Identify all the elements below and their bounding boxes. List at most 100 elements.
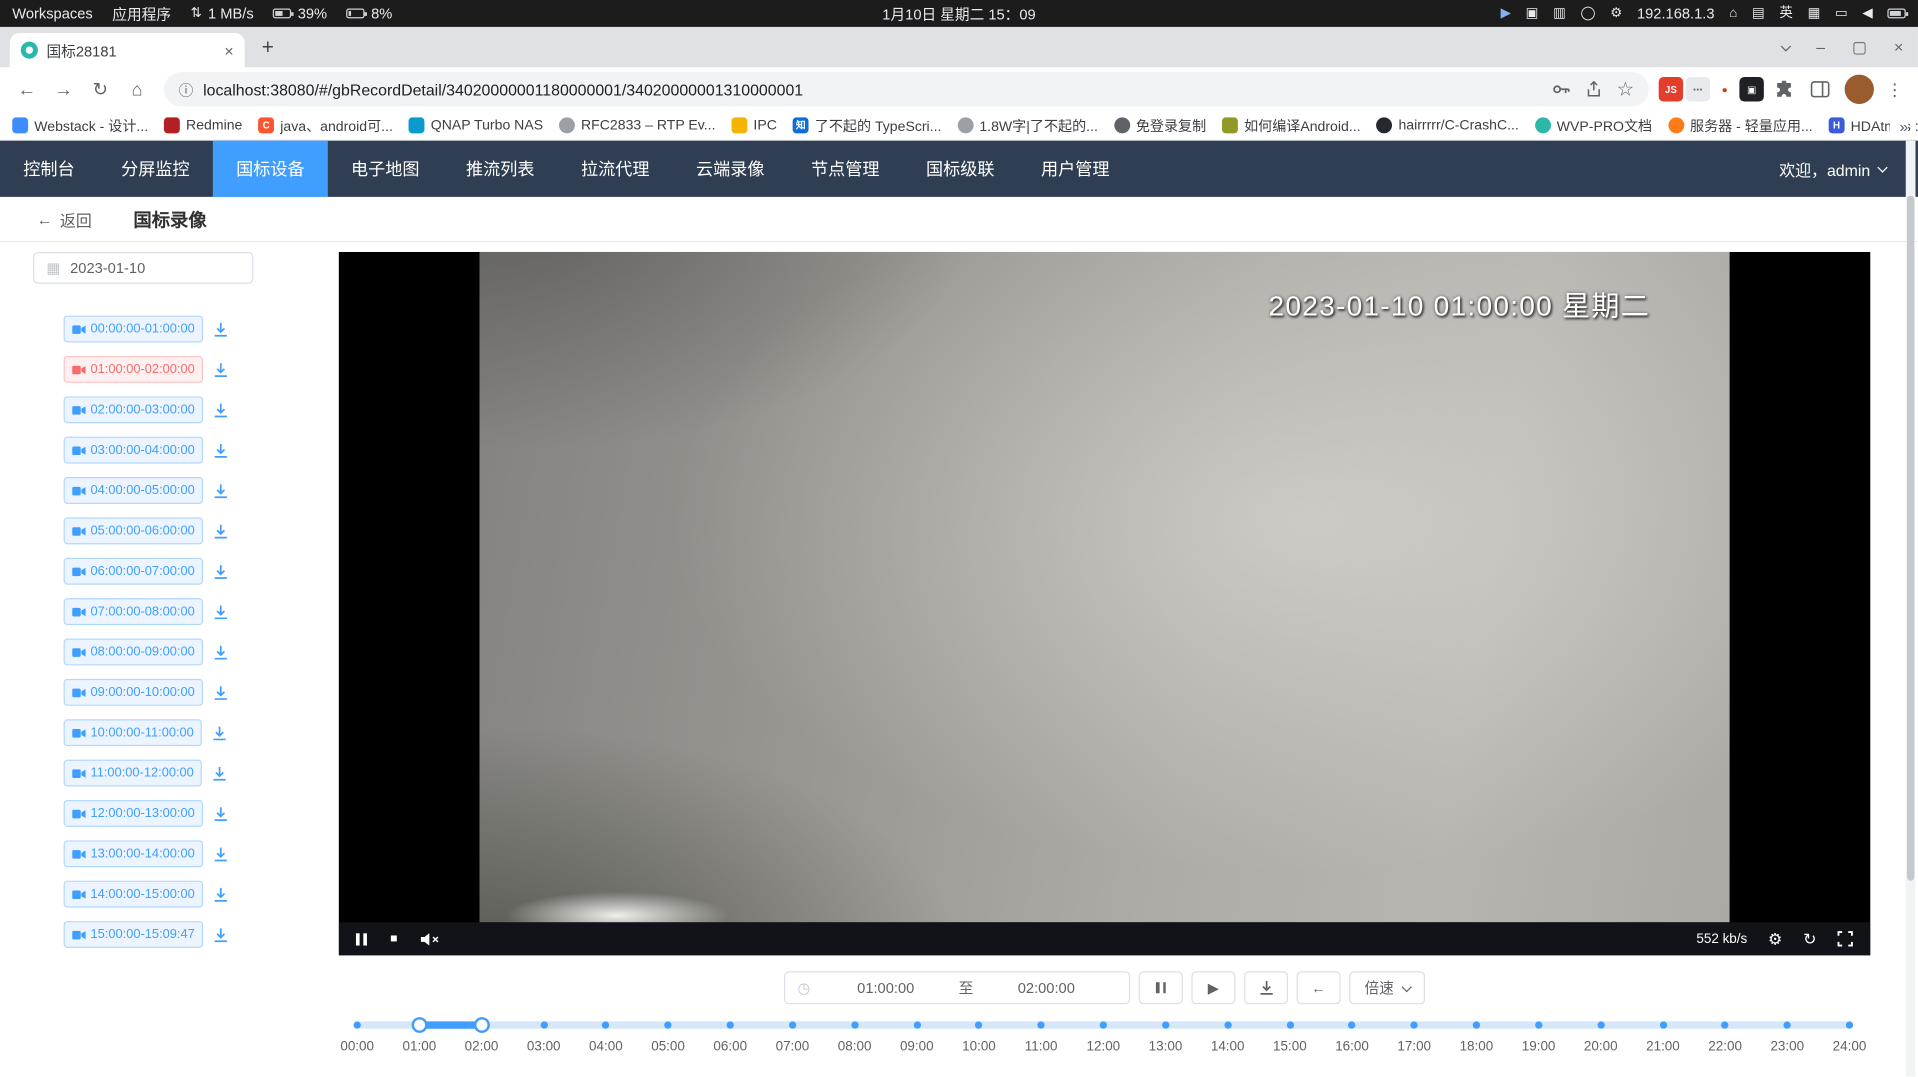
- download-segment-button[interactable]: [213, 483, 229, 499]
- record-segment-button[interactable]: 04:00:00-05:00:00: [64, 477, 204, 504]
- pause-button[interactable]: [1139, 971, 1183, 1004]
- input-method-indicator[interactable]: 英: [1779, 7, 1792, 20]
- download-segment-button[interactable]: [213, 927, 229, 943]
- timeline-handle-end[interactable]: [474, 1017, 490, 1033]
- user-menu[interactable]: 欢迎，admin: [1779, 141, 1918, 197]
- record-segment-button[interactable]: 06:00:00-07:00:00: [64, 558, 204, 585]
- bookmark-item[interactable]: 如何编译Android...: [1222, 116, 1361, 136]
- extensions-puzzle-icon[interactable]: [1766, 72, 1800, 106]
- download-segment-button[interactable]: [212, 765, 228, 781]
- nav-item[interactable]: 用户管理: [1018, 141, 1133, 197]
- player-pause-icon[interactable]: [356, 933, 367, 945]
- display-icon[interactable]: ▭: [1835, 7, 1848, 20]
- start-time-value[interactable]: 01:00:00: [815, 979, 956, 996]
- battery-indicator[interactable]: 39%: [273, 5, 327, 22]
- share-icon[interactable]: [1585, 81, 1602, 98]
- end-time-value[interactable]: 02:00:00: [976, 979, 1117, 996]
- fullscreen-icon[interactable]: [1837, 931, 1853, 947]
- site-info-icon[interactable]: ⓘ: [179, 79, 194, 100]
- download-segment-button[interactable]: [213, 361, 229, 377]
- scrollbar-thumb[interactable]: [1907, 196, 1914, 881]
- system-battery-icon[interactable]: [1887, 9, 1905, 19]
- nav-item[interactable]: 节点管理: [788, 141, 903, 197]
- download-segment-button[interactable]: [213, 805, 229, 821]
- bookmark-item[interactable]: Webstack - 设计...: [12, 116, 148, 136]
- record-segment-button[interactable]: 03:00:00-04:00:00: [64, 437, 204, 464]
- password-key-icon[interactable]: [1551, 80, 1571, 100]
- nav-item[interactable]: 电子地图: [328, 141, 443, 197]
- profile-avatar[interactable]: [1845, 75, 1874, 104]
- window-maximize-button[interactable]: ▢: [1852, 37, 1867, 57]
- video-player[interactable]: 2023-01-10 01:00:00 星期二 ■ 552 kb/s ⚙ ↻: [339, 252, 1870, 955]
- network-indicator[interactable]: ⇅ 1 MB/s: [191, 5, 254, 22]
- time-range-input[interactable]: ◷ 01:00:00 至 02:00:00: [784, 971, 1130, 1004]
- nav-item[interactable]: 拉流代理: [558, 141, 673, 197]
- forward-icon[interactable]: →: [46, 72, 80, 106]
- screencast-icon[interactable]: ▶: [1501, 7, 1511, 20]
- bookmark-item[interactable]: WVP-PRO文档: [1535, 116, 1652, 136]
- bookmark-item[interactable]: 服务器 - 轻量应用...: [1668, 116, 1813, 136]
- bookmark-item[interactable]: Redmine: [164, 117, 242, 133]
- nav-item[interactable]: 云端录像: [673, 141, 788, 197]
- timeline-handle-start[interactable]: [411, 1017, 427, 1033]
- download-segment-button[interactable]: [213, 442, 229, 458]
- tab-close-icon[interactable]: ×: [224, 41, 233, 59]
- home-icon[interactable]: ⌂: [1729, 7, 1737, 20]
- download-segment-button[interactable]: [213, 402, 229, 418]
- download-button[interactable]: [1244, 971, 1288, 1004]
- record-segment-button[interactable]: 10:00:00-11:00:00: [64, 719, 203, 746]
- record-segment-button[interactable]: 14:00:00-15:00:00: [64, 881, 204, 908]
- record-segment-button[interactable]: 01:00:00-02:00:00: [64, 356, 204, 383]
- new-tab-button[interactable]: +: [252, 32, 284, 64]
- volume-muted-icon[interactable]: [421, 931, 439, 946]
- play-button[interactable]: ▶: [1191, 971, 1235, 1004]
- nav-item[interactable]: 控制台: [0, 141, 98, 197]
- record-segment-button[interactable]: 12:00:00-13:00:00: [64, 800, 204, 827]
- record-segment-button[interactable]: 08:00:00-09:00:00: [64, 639, 204, 666]
- record-segment-button[interactable]: 09:00:00-10:00:00: [64, 679, 204, 706]
- back-icon[interactable]: ←: [10, 72, 44, 106]
- volume-muted-icon[interactable]: ◀: [1862, 7, 1872, 20]
- bookmark-item[interactable]: IPC: [731, 117, 776, 133]
- record-segment-button[interactable]: 11:00:00-12:00:00: [64, 760, 203, 787]
- secondary-battery-indicator[interactable]: 8%: [347, 5, 393, 22]
- player-settings-icon[interactable]: ⚙: [1768, 929, 1782, 949]
- page-scrollbar[interactable]: [1906, 141, 1916, 1077]
- download-segment-button[interactable]: [212, 725, 228, 741]
- tab-search-chevron-icon[interactable]: [1781, 41, 1791, 51]
- record-segment-button[interactable]: 15:00:00-15:09:47: [64, 921, 204, 948]
- timeline-runway[interactable]: [357, 1021, 1849, 1028]
- nav-item[interactable]: 国标级联: [903, 141, 1018, 197]
- nav-item[interactable]: 国标设备: [213, 141, 328, 197]
- record-segment-button[interactable]: 00:00:00-01:00:00: [64, 316, 204, 343]
- record-segment-button[interactable]: 07:00:00-08:00:00: [64, 598, 204, 625]
- bookmark-item[interactable]: 知 了不起的 TypeScri...: [793, 116, 942, 136]
- workspaces-button[interactable]: Workspaces: [12, 5, 93, 22]
- download-segment-button[interactable]: [213, 684, 229, 700]
- nav-item[interactable]: 推流列表: [443, 141, 558, 197]
- record-segment-button[interactable]: 02:00:00-03:00:00: [64, 396, 204, 423]
- browser-tab[interactable]: 国标28181 ×: [10, 33, 245, 67]
- rewind-button[interactable]: ←: [1297, 971, 1341, 1004]
- reload-icon[interactable]: ↻: [83, 72, 117, 106]
- bookmark-item[interactable]: C java、android可...: [258, 116, 393, 136]
- bookmark-item[interactable]: 1.8W字|了不起的...: [957, 116, 1098, 136]
- record-segment-button[interactable]: 13:00:00-14:00:00: [64, 840, 204, 867]
- extension-icon[interactable]: ▣: [1739, 77, 1763, 101]
- copy-icon[interactable]: ▥: [1553, 7, 1566, 20]
- download-segment-button[interactable]: [213, 523, 229, 539]
- tools-icon[interactable]: ⚙: [1610, 7, 1622, 20]
- record-segment-button[interactable]: 05:00:00-06:00:00: [64, 517, 204, 544]
- home-icon[interactable]: ⌂: [120, 72, 154, 106]
- terminal-icon[interactable]: ▣: [1526, 7, 1539, 20]
- back-button[interactable]: ← 返回: [37, 207, 92, 230]
- bookmark-item[interactable]: QNAP Turbo NAS: [409, 117, 543, 133]
- bookmark-star-icon[interactable]: ☆: [1617, 77, 1635, 101]
- screenshare-icon[interactable]: ▤: [1752, 7, 1765, 20]
- keyboard-icon[interactable]: ▦: [1808, 7, 1821, 20]
- circle-indicator-icon[interactable]: ◯: [1580, 7, 1595, 20]
- url-bar[interactable]: ⓘ localhost:38080/#/gbRecordDetail/34020…: [164, 72, 1649, 106]
- player-stop-icon[interactable]: ■: [390, 932, 397, 945]
- speed-select[interactable]: 倍速: [1349, 971, 1425, 1004]
- download-segment-button[interactable]: [213, 563, 229, 579]
